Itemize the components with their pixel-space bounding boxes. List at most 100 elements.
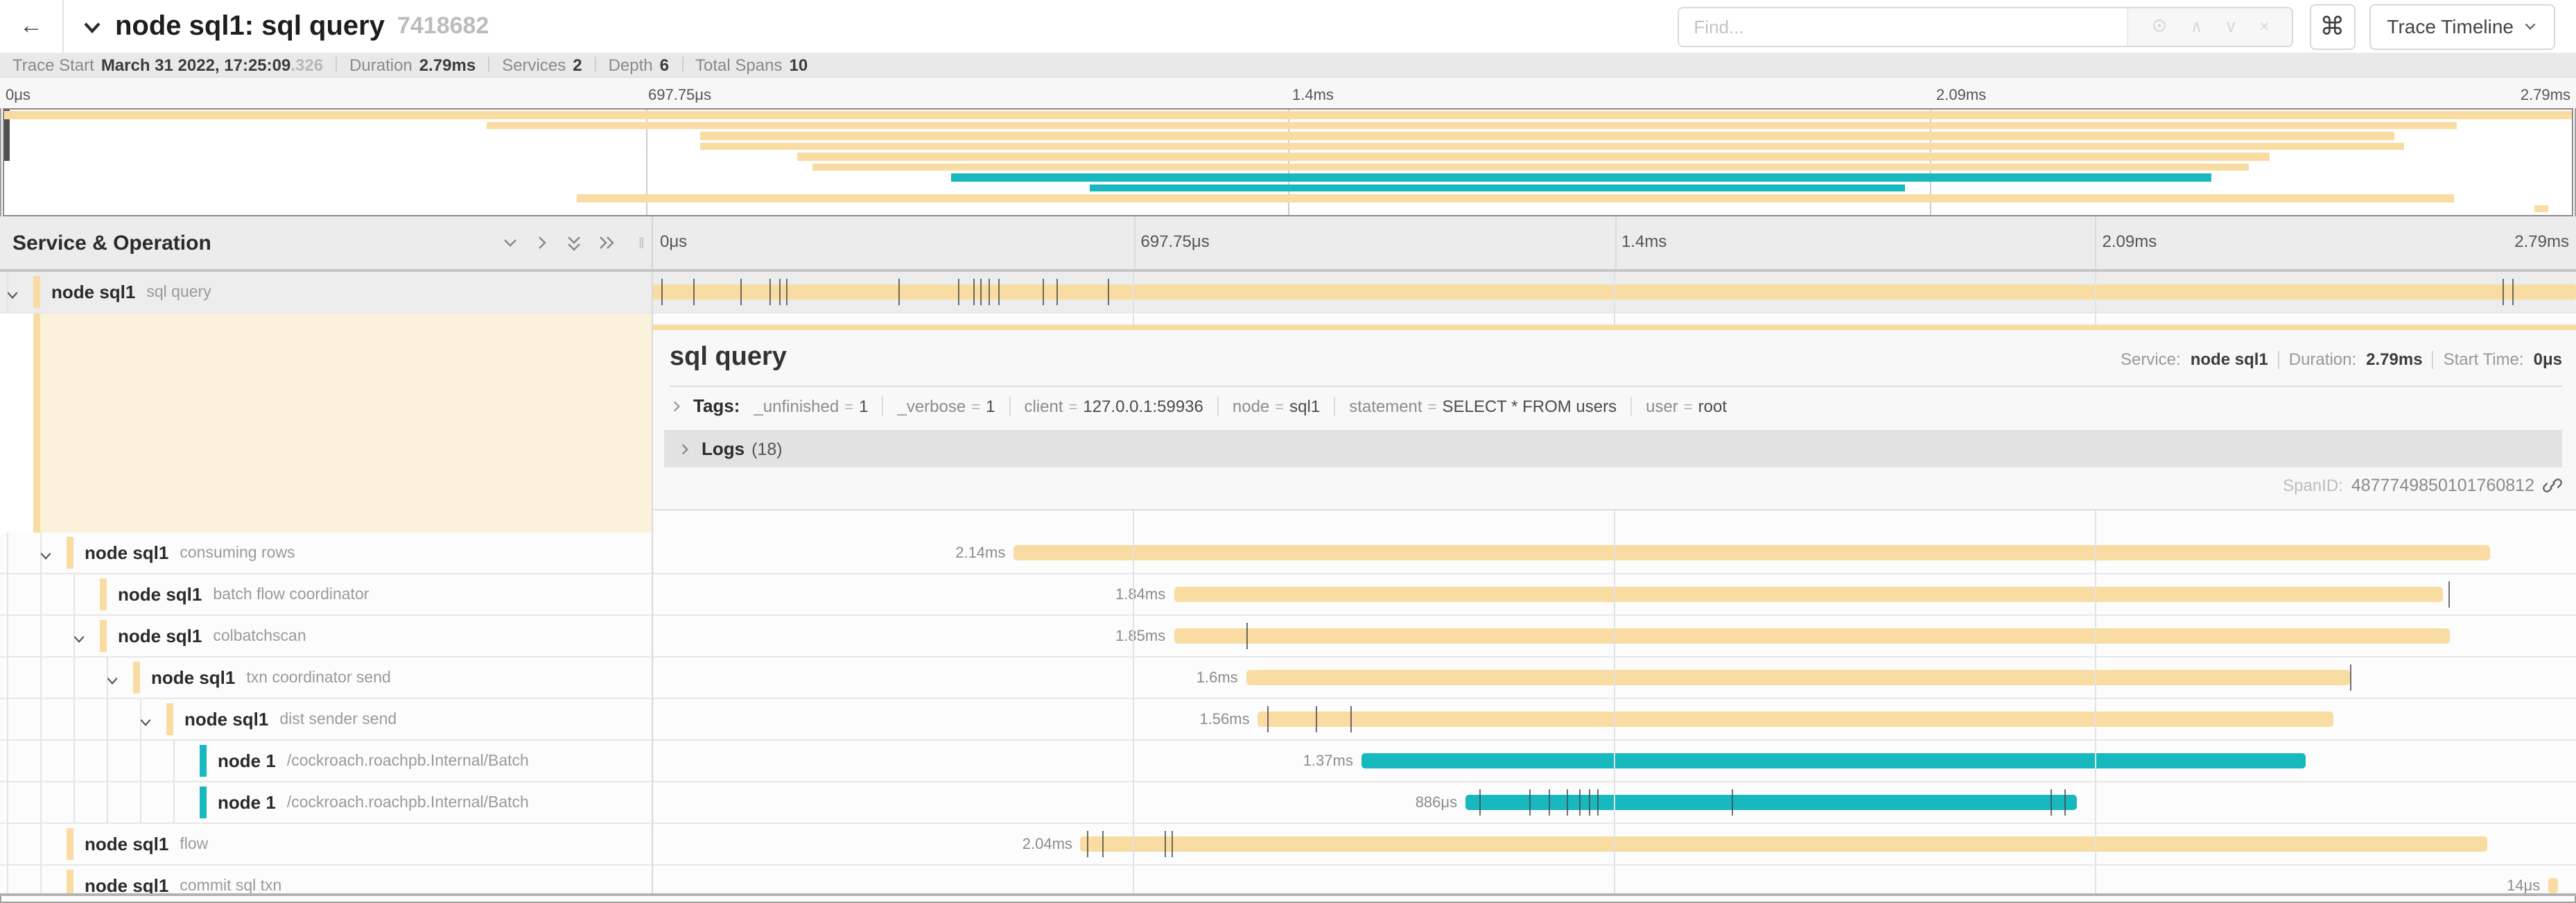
log-marker-tick (1268, 706, 1269, 732)
span-name-cell[interactable]: node sql1commit sql txn (0, 866, 652, 896)
locate-icon[interactable] (2150, 16, 2168, 37)
tag-separator (1630, 396, 1632, 415)
span-row-8[interactable]: node sql1flow2.04ms (0, 824, 2576, 866)
column-resize-grip[interactable]: ‖ (638, 236, 646, 252)
chevron-right-icon (678, 442, 692, 456)
log-marker-tick (778, 279, 780, 305)
span-bar[interactable] (1174, 586, 2443, 602)
expander-chevron-icon[interactable] (105, 670, 119, 695)
span-bar-cell[interactable]: 1.6ms (652, 657, 2576, 698)
service-color-strip (67, 870, 73, 896)
span-row-1[interactable]: node sql1consuming rows2.14ms (0, 533, 2576, 574)
log-marker-tick (1351, 706, 1352, 732)
expand-one-icon[interactable] (534, 234, 550, 251)
detail-service-label: Service: (2121, 350, 2181, 369)
trace-minimap[interactable] (3, 108, 2573, 216)
indent-guide (7, 616, 8, 656)
span-name-cell[interactable]: node sql1sql query (0, 272, 652, 312)
deep-link-icon[interactable] (2543, 476, 2562, 495)
span-bar[interactable] (1174, 628, 2450, 644)
collapse-one-icon[interactable] (502, 234, 519, 251)
span-bar-cell[interactable]: 1.56ms (652, 699, 2576, 739)
span-name-cell[interactable]: node sql1txn coordinator send (0, 657, 652, 698)
span-row-0[interactable]: node sql1sql query (0, 272, 2576, 313)
service-name: node sql1 (118, 626, 202, 646)
trace-start-ms: .326 (290, 55, 323, 74)
find-prev-icon[interactable]: ∧ (2191, 18, 2203, 35)
find-clear-icon[interactable]: × (2259, 18, 2269, 35)
total-spans-value: 10 (789, 55, 808, 74)
span-row-6[interactable]: node 1/cockroach.roachpb.Internal/Batch1… (0, 741, 2576, 782)
service-name: node sql1 (151, 667, 235, 688)
expander-chevron-icon[interactable] (139, 712, 153, 737)
span-bar-cell[interactable]: 14μs (652, 866, 2576, 896)
expander-chevron-icon[interactable] (6, 284, 19, 309)
expand-all-icon[interactable] (598, 234, 616, 251)
log-marker-tick (786, 279, 787, 305)
span-bar[interactable] (1013, 544, 2489, 560)
minimap-span-bar (797, 153, 2270, 161)
back-button[interactable]: ← (0, 0, 64, 53)
minimap-span-bar (701, 132, 2394, 140)
log-marker-tick (1087, 831, 1088, 857)
log-marker-tick (2051, 789, 2052, 816)
span-name-cell[interactable]: node 1/cockroach.roachpb.Internal/Batch (0, 741, 652, 781)
logs-label: Logs (702, 438, 745, 459)
span-bar-cell[interactable]: 2.04ms (652, 824, 2576, 864)
indent-guide (7, 782, 8, 823)
span-name-cell[interactable]: node sql1batch flow coordinator (0, 574, 652, 614)
span-row-4[interactable]: node sql1txn coordinator send1.6ms (0, 657, 2576, 699)
log-marker-tick (1042, 279, 1043, 305)
span-row-2[interactable]: node sql1batch flow coordinator 1.84ms (0, 574, 2576, 616)
tag-separator (1009, 396, 1010, 415)
log-marker-tick (740, 279, 741, 305)
span-name-cell[interactable]: node sql1dist sender send (0, 699, 652, 739)
find-input[interactable] (1678, 8, 2126, 45)
log-marker-tick (2448, 581, 2450, 608)
span-row-7[interactable]: node 1/cockroach.roachpb.Internal/Batch8… (0, 782, 2576, 824)
trace-collapse-chevron-icon[interactable] (82, 16, 103, 37)
duration-value: 2.79ms (419, 55, 476, 74)
indent-guide (7, 824, 8, 864)
span-bar-cell[interactable]: 886μs (652, 782, 2576, 823)
span-duration-label: 1.84ms (1115, 574, 1174, 614)
span-name-cell[interactable]: node sql1consuming rows (0, 533, 652, 573)
minimap-span-bar (2535, 205, 2548, 213)
span-bar-cell[interactable] (652, 272, 2576, 312)
span-bar-cell[interactable]: 1.37ms (652, 741, 2576, 781)
span-bar[interactable] (1258, 711, 2334, 727)
trace-id: 7418682 (397, 12, 489, 40)
find-next-icon[interactable]: ∨ (2225, 18, 2237, 35)
log-marker-tick (1578, 789, 1580, 816)
span-row-5[interactable]: node sql1dist sender send1.56ms (0, 699, 2576, 741)
indent-guide (7, 574, 8, 614)
span-row-3[interactable]: node sql1colbatchscan1.85ms (0, 616, 2576, 657)
span-bar[interactable] (652, 284, 2576, 300)
span-row-9[interactable]: node sql1commit sql txn14μs (0, 866, 2576, 896)
collapse-all-icon[interactable] (566, 234, 582, 252)
span-bar[interactable] (1465, 794, 2077, 810)
view-selector-label: Trace Timeline (2387, 15, 2514, 37)
expander-chevron-icon[interactable] (39, 545, 53, 570)
duration-label: Duration (349, 55, 412, 74)
logs-section-toggle[interactable]: Logs (18) (664, 430, 2562, 467)
span-name-cell[interactable]: node sql1colbatchscan (0, 616, 652, 656)
detail-service-value: node sql1 (2191, 350, 2268, 369)
tags-section-toggle[interactable]: Tags: _unfinished=1_verbose=1client=127.… (670, 387, 2562, 424)
span-bar-cell[interactable]: 2.14ms (652, 533, 2576, 573)
span-bar[interactable] (2548, 877, 2558, 893)
span-name-cell[interactable]: node 1/cockroach.roachpb.Internal/Batch (0, 782, 652, 823)
detail-starttime-value: 0μs (2534, 350, 2562, 369)
span-name-cell[interactable]: node sql1flow (0, 824, 652, 864)
span-bar-cell[interactable]: 1.84ms (652, 574, 2576, 614)
service-color-strip (33, 276, 40, 308)
minimap-tick-4: 2.79ms (2521, 87, 2570, 104)
span-bar-cell[interactable]: 1.85ms (652, 616, 2576, 656)
view-selector-button[interactable]: Trace Timeline (2369, 3, 2555, 49)
span-id-value: 4877749850101760812 (2351, 476, 2534, 495)
span-bar[interactable] (1361, 752, 2306, 768)
keyboard-shortcuts-button[interactable]: ⌘ (2309, 3, 2355, 49)
span-bar[interactable] (1081, 836, 2488, 852)
span-bar[interactable] (1246, 669, 2350, 685)
expander-chevron-icon[interactable] (72, 628, 86, 653)
